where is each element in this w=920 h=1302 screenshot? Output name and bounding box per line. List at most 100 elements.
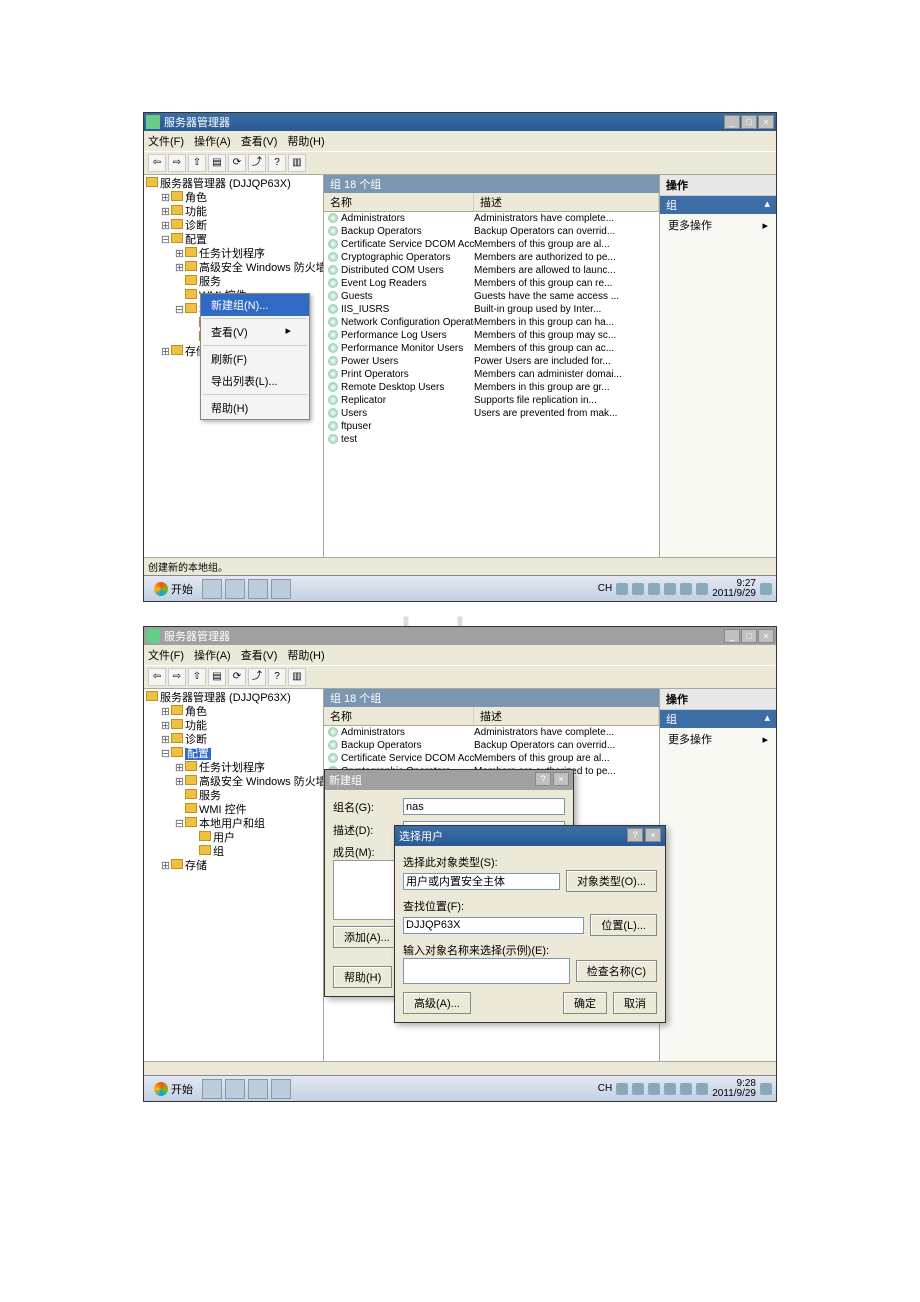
quicklaunch-icon[interactable] <box>225 579 245 599</box>
collapse-up-icon[interactable]: ▴ <box>764 197 770 213</box>
menu-action[interactable]: 操作(A) <box>194 647 231 663</box>
menu-file[interactable]: 文件(F) <box>148 133 184 149</box>
tree-users[interactable]: 用户 <box>213 832 235 844</box>
quicklaunch-icon[interactable] <box>271 1079 291 1099</box>
table-row[interactable]: Certificate Service DCOM AccessMembers o… <box>324 752 659 765</box>
expand-icon[interactable]: ⊞ <box>174 261 185 275</box>
refresh-icon[interactable]: ⟳ <box>228 154 246 172</box>
advanced-button[interactable]: 高级(A)... <box>403 992 471 1014</box>
tree-root[interactable]: 服务器管理器 (DJJQP63X) <box>160 692 291 704</box>
expand-icon[interactable]: ⊞ <box>160 345 171 359</box>
expand-icon[interactable]: ⊞ <box>160 191 171 205</box>
tree-pane[interactable]: 服务器管理器 (DJJQP63X) ⊞角色 ⊞功能 ⊞诊断 ⊟配置 ⊞任务计划程… <box>144 689 324 1061</box>
table-row[interactable]: ReplicatorSupports file replication in..… <box>324 394 659 407</box>
expand-icon[interactable]: ⊞ <box>160 719 171 733</box>
help-button[interactable]: ? <box>627 828 643 842</box>
start-button[interactable]: 开始 <box>148 1079 199 1099</box>
help-icon[interactable]: ? <box>268 154 286 172</box>
quicklaunch-icon[interactable] <box>225 1079 245 1099</box>
tree-firewall[interactable]: 高级安全 Windows 防火墙 <box>199 262 324 274</box>
close-button[interactable]: × <box>758 629 774 643</box>
object-type-input[interactable] <box>403 873 560 890</box>
table-row[interactable]: IIS_IUSRSBuilt-in group used by Inter... <box>324 303 659 316</box>
tree-root[interactable]: 服务器管理器 (DJJQP63X) <box>160 178 291 190</box>
tree-pane[interactable]: 服务器管理器 (DJJQP63X) ⊞角色 ⊞功能 ⊞诊断 ⊟配置 ⊞任务计划程… <box>144 175 324 557</box>
minimize-button[interactable]: _ <box>724 629 740 643</box>
cancel-button[interactable]: 取消 <box>613 992 657 1014</box>
table-row[interactable]: Performance Log UsersMembers of this gro… <box>324 329 659 342</box>
collapse-icon[interactable]: ⊟ <box>160 233 171 247</box>
collapse-up-icon[interactable]: ▴ <box>764 711 770 727</box>
locations-button[interactable]: 位置(L)... <box>590 914 657 936</box>
close-button[interactable]: × <box>553 772 569 786</box>
quicklaunch-icon[interactable] <box>248 579 268 599</box>
titlebar[interactable]: 服务器管理器 _ □ × <box>144 113 776 131</box>
tree-features[interactable]: 功能 <box>185 720 207 732</box>
nav-back-icon[interactable]: ⇦ <box>148 668 166 686</box>
tray-icon[interactable] <box>664 1083 676 1095</box>
maximize-button[interactable]: □ <box>741 629 757 643</box>
tree-diagnostics[interactable]: 诊断 <box>185 734 207 746</box>
collapse-icon[interactable]: ⊟ <box>174 817 185 831</box>
close-button[interactable]: × <box>758 115 774 129</box>
table-row[interactable]: ftpuser <box>324 420 659 433</box>
table-row[interactable]: Power UsersPower Users are included for.… <box>324 355 659 368</box>
ctx-refresh[interactable]: 刷新(F) <box>201 348 309 370</box>
col-name[interactable]: 名称 <box>324 193 474 211</box>
tray-icon[interactable] <box>696 583 708 595</box>
ctx-export[interactable]: 导出列表(L)... <box>201 370 309 392</box>
clock[interactable]: 9:282011/9/29 <box>712 1079 756 1099</box>
tray-icon[interactable] <box>616 1083 628 1095</box>
tree-firewall[interactable]: 高级安全 Windows 防火墙 <box>199 776 324 788</box>
titlebar[interactable]: 服务器管理器 _ □ × <box>144 627 776 645</box>
table-row[interactable]: AdministratorsAdministrators have comple… <box>324 726 659 739</box>
col-desc[interactable]: 描述 <box>474 707 659 725</box>
tree-config-selected[interactable]: 配置 <box>185 748 211 760</box>
clock[interactable]: 9:272011/9/29 <box>712 579 756 599</box>
tray-icon[interactable] <box>680 583 692 595</box>
export-icon[interactable]: ⤴ <box>248 154 266 172</box>
props-icon[interactable]: ▤ <box>208 154 226 172</box>
up-icon[interactable]: ⇧ <box>188 668 206 686</box>
expand-icon[interactable]: ⊞ <box>160 705 171 719</box>
tray-icon[interactable] <box>632 583 644 595</box>
menu-help[interactable]: 帮助(H) <box>287 647 324 663</box>
ctx-new-group[interactable]: 新建组(N)... <box>201 294 309 316</box>
help-button[interactable]: ? <box>535 772 551 786</box>
tray-icon[interactable] <box>648 583 660 595</box>
location-input[interactable] <box>403 917 584 934</box>
nav-back-icon[interactable]: ⇦ <box>148 154 166 172</box>
tray-icon[interactable] <box>760 583 772 595</box>
table-row[interactable]: Print OperatorsMembers can administer do… <box>324 368 659 381</box>
check-names-button[interactable]: 检查名称(C) <box>576 960 657 982</box>
props-icon[interactable]: ▤ <box>208 668 226 686</box>
expand-icon[interactable]: ⊞ <box>174 761 185 775</box>
table-row[interactable]: Backup OperatorsBackup Operators can ove… <box>324 739 659 752</box>
nav-forward-icon[interactable]: ⇨ <box>168 154 186 172</box>
expand-icon[interactable]: ⊞ <box>174 247 185 261</box>
table-row[interactable]: Performance Monitor UsersMembers of this… <box>324 342 659 355</box>
expand-icon[interactable]: ⊞ <box>174 775 185 789</box>
menu-action[interactable]: 操作(A) <box>194 133 231 149</box>
ctx-help[interactable]: 帮助(H) <box>201 397 309 419</box>
action-more[interactable]: 更多操作▸ <box>660 728 776 750</box>
table-row[interactable]: Remote Desktop UsersMembers in this grou… <box>324 381 659 394</box>
groups-list[interactable]: AdministratorsAdministrators have comple… <box>324 212 659 557</box>
table-row[interactable]: Cryptographic OperatorsMembers are autho… <box>324 251 659 264</box>
collapse-icon[interactable]: ⊟ <box>174 303 185 317</box>
tree-groups[interactable]: 组 <box>213 846 224 858</box>
group-name-input[interactable] <box>403 798 565 815</box>
quicklaunch-icon[interactable] <box>202 579 222 599</box>
table-row[interactable]: Distributed COM UsersMembers are allowed… <box>324 264 659 277</box>
refresh-icon[interactable]: ⟳ <box>228 668 246 686</box>
expand-icon[interactable]: ⊞ <box>160 733 171 747</box>
tree-task-scheduler[interactable]: 任务计划程序 <box>199 762 265 774</box>
tree-features[interactable]: 功能 <box>185 206 207 218</box>
col-desc[interactable]: 描述 <box>474 193 659 211</box>
expand-icon[interactable]: ⊞ <box>160 859 171 873</box>
ok-button[interactable]: 确定 <box>563 992 607 1014</box>
tree-task-scheduler[interactable]: 任务计划程序 <box>199 248 265 260</box>
quicklaunch-icon[interactable] <box>271 579 291 599</box>
nav-forward-icon[interactable]: ⇨ <box>168 668 186 686</box>
lang-indicator[interactable]: CH <box>598 1083 612 1094</box>
